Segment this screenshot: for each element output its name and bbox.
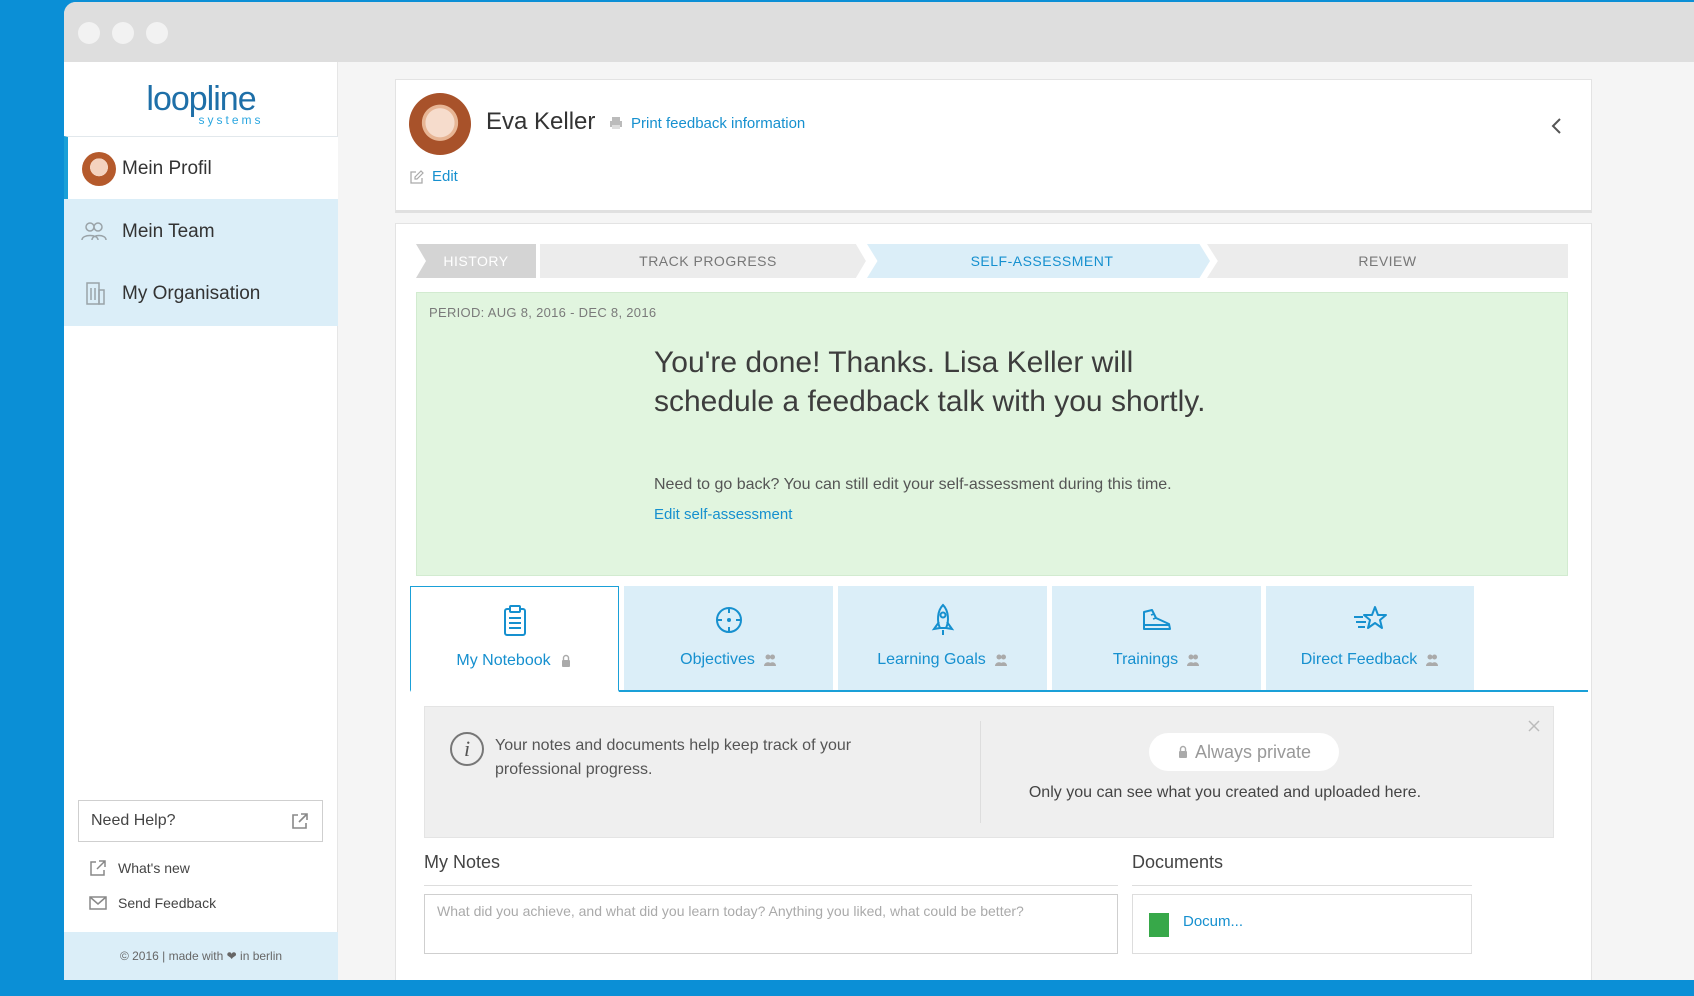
tab-direct-feedback-caption: Direct Feedback [1266, 651, 1474, 669]
mail-icon [89, 896, 107, 910]
step-track-progress[interactable]: TRACK PROGRESS [540, 244, 866, 278]
tab-label: My Notebook [456, 652, 551, 669]
people-icon [1187, 654, 1200, 666]
tab-label: Objectives [680, 651, 755, 668]
people-icon [994, 654, 1007, 666]
sidebar: loopline systems Mein Profil Mein Team M… [64, 62, 338, 980]
private-description: Only you can see what you created and up… [1028, 784, 1422, 801]
tab-learning-goals[interactable]: Learning Goals [838, 586, 1047, 690]
banner-title: You're done! Thanks. Lisa Keller will sc… [654, 346, 1206, 418]
people-icon [763, 654, 776, 666]
print-feedback-link[interactable]: Print feedback information [631, 115, 805, 132]
tab-trainings-caption: Trainings [1052, 651, 1261, 669]
building-icon [86, 282, 105, 305]
sidebar-item-label: Mein Team [122, 220, 215, 242]
printer-icon [610, 117, 622, 129]
sidebar-footer: © 2016 | made with ❤ in berlin [64, 932, 338, 980]
chevron-left-icon[interactable] [1547, 116, 1567, 136]
window-maximize-dot[interactable] [146, 22, 168, 44]
clipboard-icon [503, 605, 526, 636]
team-icon [81, 222, 107, 241]
notebook-info-box: i Your notes and documents help keep tra… [424, 706, 1554, 838]
title-bar [64, 2, 1694, 62]
spreadsheet-icon [1149, 913, 1169, 937]
document-name: Docum... [1183, 913, 1244, 930]
assessment-card: HISTORY TRACK PROGRESS SELF-ASSESSMENT R… [395, 223, 1592, 980]
period-label: PERIOD: AUG 8, 2016 - DEC 8, 2016 [429, 305, 657, 320]
external-link-icon [292, 813, 308, 829]
tab-trainings[interactable]: Trainings [1052, 586, 1261, 690]
tab-my-notebook[interactable]: My Notebook [410, 586, 619, 692]
step-self-assessment[interactable]: SELF-ASSESSMENT [867, 244, 1210, 278]
tab-direct-feedback[interactable]: Direct Feedback [1266, 586, 1474, 690]
tab-learning-goals-caption: Learning Goals [838, 651, 1047, 669]
section-tabs: My Notebook Objectives Learning Goals Tr… [410, 586, 1588, 692]
main-content: Eva Keller Print feedback information Ed… [338, 62, 1694, 980]
banner-text: Need to go back? You can still edit your… [654, 476, 1172, 493]
info-icon: i [450, 732, 484, 766]
info-text: Your notes and documents help keep track… [495, 737, 852, 778]
sneaker-icon [1142, 609, 1171, 630]
send-feedback-label: Send Feedback [118, 895, 217, 911]
close-icon[interactable] [1527, 719, 1541, 733]
edit-icon [410, 170, 424, 184]
tab-objectives-caption: Objectives [624, 651, 833, 669]
my-notes-heading: My Notes [424, 852, 1118, 886]
sidebar-item-my-organisation[interactable]: My Organisation [64, 261, 338, 326]
tab-label: Trainings [1112, 651, 1179, 668]
send-feedback-link[interactable]: Send Feedback [89, 895, 217, 911]
window-minimize-dot[interactable] [112, 22, 134, 44]
notes-input[interactable] [424, 894, 1118, 954]
tab-label: Learning Goals [877, 651, 986, 668]
tab-objectives[interactable]: Objectives [624, 586, 833, 690]
edit-profile-link[interactable]: Edit [432, 168, 458, 185]
avatar [82, 152, 116, 186]
lock-icon [1178, 745, 1187, 758]
edit-self-assessment-link[interactable]: Edit self-assessment [654, 506, 792, 523]
external-link-icon [90, 860, 106, 876]
sidebar-item-mein-profil[interactable]: Mein Profil [64, 136, 338, 201]
logo-main-text: loopline [146, 80, 256, 118]
need-help-button[interactable]: Need Help? [78, 800, 323, 842]
rocket-icon [931, 603, 954, 635]
step-review[interactable]: REVIEW [1207, 244, 1568, 278]
tab-label: Direct Feedback [1300, 651, 1418, 668]
tab-my-notebook-caption: My Notebook [411, 652, 618, 670]
profile-name: Eva Keller [486, 108, 596, 135]
divider [980, 721, 981, 823]
lock-icon [561, 654, 570, 667]
profile-card: Eva Keller Print feedback information Ed… [395, 79, 1592, 213]
app-logo[interactable]: loopline systems [64, 80, 338, 126]
sidebar-item-label: My Organisation [122, 282, 261, 304]
star-icon [1354, 606, 1387, 629]
people-icon [1426, 654, 1439, 666]
always-private-badge: Always private [1149, 733, 1339, 771]
progress-stepper: HISTORY TRACK PROGRESS SELF-ASSESSMENT R… [416, 244, 1568, 278]
whats-new-link[interactable]: What's new [90, 860, 190, 876]
target-icon [715, 607, 742, 633]
completion-banner: PERIOD: AUG 8, 2016 - DEC 8, 2016 You're… [416, 292, 1568, 576]
document-item[interactable]: Docum... [1132, 894, 1472, 954]
always-private-label: Always private [1194, 741, 1312, 762]
sidebar-item-label: Mein Profil [122, 157, 212, 179]
documents-heading: Documents [1132, 852, 1472, 886]
window-close-dot[interactable] [78, 22, 100, 44]
browser-window: loopline systems Mein Profil Mein Team M… [64, 2, 1694, 980]
step-history[interactable]: HISTORY [416, 244, 536, 278]
profile-avatar [409, 93, 471, 155]
need-help-label: Need Help? [91, 812, 176, 829]
whats-new-label: What's new [118, 860, 190, 876]
sidebar-item-mein-team[interactable]: Mein Team [64, 199, 338, 264]
